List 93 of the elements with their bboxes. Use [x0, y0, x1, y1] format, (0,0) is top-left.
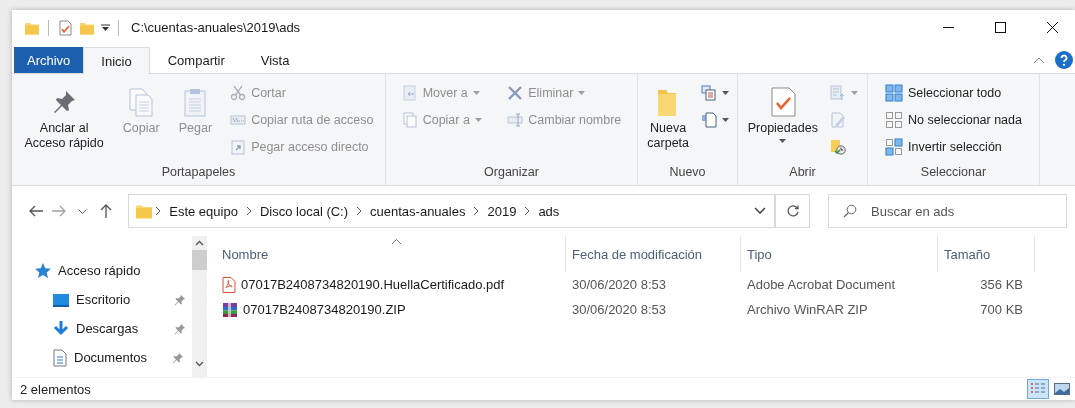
- shortcut-icon: [230, 139, 247, 155]
- search-field[interactable]: Buscar en ads: [869, 202, 1044, 220]
- ribbon-tab[interactable]: Inicio: [83, 47, 150, 74]
- chevron-down-icon: [753, 207, 766, 215]
- invert-selection-icon: [885, 138, 903, 156]
- nav-pane-item[interactable]: Escritorio: [12, 285, 192, 314]
- column-header[interactable]: Fecha de modificación: [566, 236, 741, 272]
- size-cell-text: 356 KB: [979, 277, 1024, 292]
- pin-icon: [174, 322, 186, 335]
- pin-icon: [172, 351, 184, 364]
- group-label: Nuevo: [669, 165, 706, 181]
- ribbon-button[interactable]: No seleccionar nada: [881, 107, 1026, 133]
- file-name[interactable]: 07017B2408734820190.HuellaCertificado.pdf: [216, 276, 566, 293]
- window-title: C:\cuentas-anuales\2019\ads: [131, 20, 302, 35]
- refresh-icon: [785, 204, 800, 218]
- forward-icon: [51, 203, 68, 219]
- group-label: Portapapeles: [161, 165, 236, 181]
- address-bar[interactable]: Este equipo Disco local (C:) cuentas-anuales 2019 ads: [128, 194, 777, 228]
- dropdown-caret-icon: [721, 91, 729, 95]
- type-cell-text: Adobe Acrobat Document: [746, 277, 897, 292]
- select-all-icon: [885, 84, 903, 102]
- path-box-icon: [230, 112, 247, 128]
- view-button[interactable]: [1027, 379, 1049, 399]
- scrollbar-thumb[interactable]: [192, 250, 207, 270]
- back-icon: [27, 203, 44, 219]
- rename-icon: [507, 112, 524, 128]
- column-header[interactable]: Nombre: [216, 236, 566, 272]
- status-text: 2 elementos: [20, 381, 92, 397]
- dropdown-caret-icon: [721, 118, 729, 122]
- pin-icon: [174, 293, 186, 306]
- open-icon: [830, 85, 847, 101]
- group-label: Organizar: [484, 165, 539, 181]
- date-cell-text: 30/06/2020 8:53: [571, 302, 667, 317]
- document-icon: [700, 112, 717, 128]
- search-box[interactable]: Buscar en ads: [828, 194, 1067, 228]
- select-none-icon: [885, 111, 903, 129]
- ribbon-button[interactable]: Invertir selección: [881, 134, 1026, 160]
- sort-ascending-icon: [390, 238, 402, 245]
- archive-books-icon: [222, 301, 238, 318]
- large-icons-view-icon: [1054, 383, 1070, 395]
- breadcrumb-item[interactable]: cuentas-anuales: [364, 203, 472, 219]
- dropdown-caret-icon: [578, 91, 586, 95]
- dropdown-caret-icon: [851, 91, 859, 95]
- ribbon-button[interactable]: Seleccionar todo: [881, 80, 1026, 106]
- group-label: Seleccionar: [920, 165, 987, 181]
- refresh-button[interactable]: [776, 194, 811, 228]
- dropdown-caret-icon: [474, 118, 482, 122]
- close-icon: [1046, 22, 1058, 33]
- star-icon: [34, 261, 52, 280]
- new-item-icon: [700, 85, 717, 101]
- type-cell-text: Archivo WinRAR ZIP: [746, 302, 869, 317]
- maximize-icon: [994, 22, 1006, 33]
- dropdown-caret-icon: [472, 91, 480, 95]
- breadcrumb-item[interactable]: 2019: [481, 203, 523, 219]
- breadcrumb-item[interactable]: Este equipo: [163, 203, 244, 219]
- document-icon: [52, 348, 68, 367]
- breadcrumb-item[interactable]: ads: [532, 203, 566, 219]
- history-icon: [830, 139, 847, 155]
- checked-document-icon: [57, 19, 73, 36]
- search-icon: [843, 204, 858, 218]
- group-label: Abrir: [789, 165, 816, 181]
- scrollbar[interactable]: [192, 236, 207, 377]
- folder-icon: [135, 202, 154, 220]
- file-name[interactable]: 07017B2408734820190.ZIP: [216, 301, 566, 318]
- nav-pane-item[interactable]: Acceso rápido: [12, 256, 192, 285]
- column-header[interactable]: Tamaño: [938, 236, 1035, 272]
- ribbon-button[interactable]: Anclar al Acceso rápido: [19, 80, 109, 153]
- chevron-down-icon: [78, 208, 88, 214]
- edit-icon: [830, 112, 847, 128]
- size-cell-text: 700 KB: [979, 302, 1024, 317]
- ribbon-tab[interactable]: Vista: [242, 47, 308, 73]
- date-cell-text: 30/06/2020 8:53: [571, 277, 667, 292]
- download-icon: [52, 319, 70, 338]
- file-menu-button[interactable]: Archivo: [14, 47, 84, 73]
- column-header[interactable]: Tipo: [741, 236, 938, 272]
- dropdown-caret-icon: [779, 139, 787, 143]
- breadcrumb-item[interactable]: Disco local (C:): [253, 203, 355, 219]
- scroll-up-icon: [195, 240, 204, 246]
- ribbon-tab[interactable]: Compartir: [149, 47, 243, 73]
- nav-pane-item[interactable]: Documentos: [12, 343, 192, 372]
- ribbon-button[interactable]: Nueva carpeta: [642, 80, 694, 153]
- customize-menu-icon: [101, 23, 110, 32]
- nav-pane-item[interactable]: Descargas: [12, 314, 192, 343]
- scissors-icon: [230, 85, 247, 101]
- copy-to-icon: [401, 112, 418, 128]
- desktop-icon: [52, 291, 70, 308]
- pdf-file-icon: [222, 276, 236, 293]
- details-view-icon: [1030, 382, 1046, 396]
- scroll-down-icon: [195, 361, 204, 367]
- ribbon-button[interactable]: Propiedades: [742, 80, 823, 145]
- delete-icon: [507, 85, 524, 101]
- collapse-ribbon-icon: [1033, 56, 1045, 64]
- move-icon: [401, 85, 418, 101]
